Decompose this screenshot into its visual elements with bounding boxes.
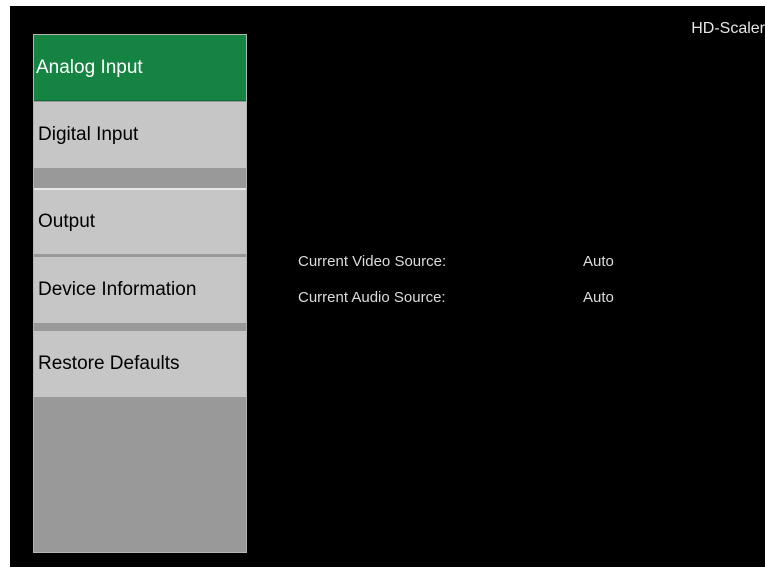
menu-item-device-information[interactable]: Device Information xyxy=(34,257,246,323)
audio-source-value: Auto xyxy=(583,289,614,306)
side-menu: Analog Input Digital Input Output Device… xyxy=(33,34,247,553)
video-source-value: Auto xyxy=(583,253,614,270)
menu-item-restore-defaults[interactable]: Restore Defaults xyxy=(34,331,246,397)
audio-source-label: Current Audio Source: xyxy=(298,289,446,306)
menu-item-analog-input[interactable]: Analog Input xyxy=(34,35,246,101)
main-screen: HD-Scaler Analog Input Digital Input Out… xyxy=(10,6,765,567)
video-source-label: Current Video Source: xyxy=(298,253,447,270)
menu-item-digital-input[interactable]: Digital Input xyxy=(34,102,246,168)
device-name: HD-Scaler xyxy=(691,20,765,37)
menu-item-output[interactable]: Output xyxy=(34,188,246,254)
